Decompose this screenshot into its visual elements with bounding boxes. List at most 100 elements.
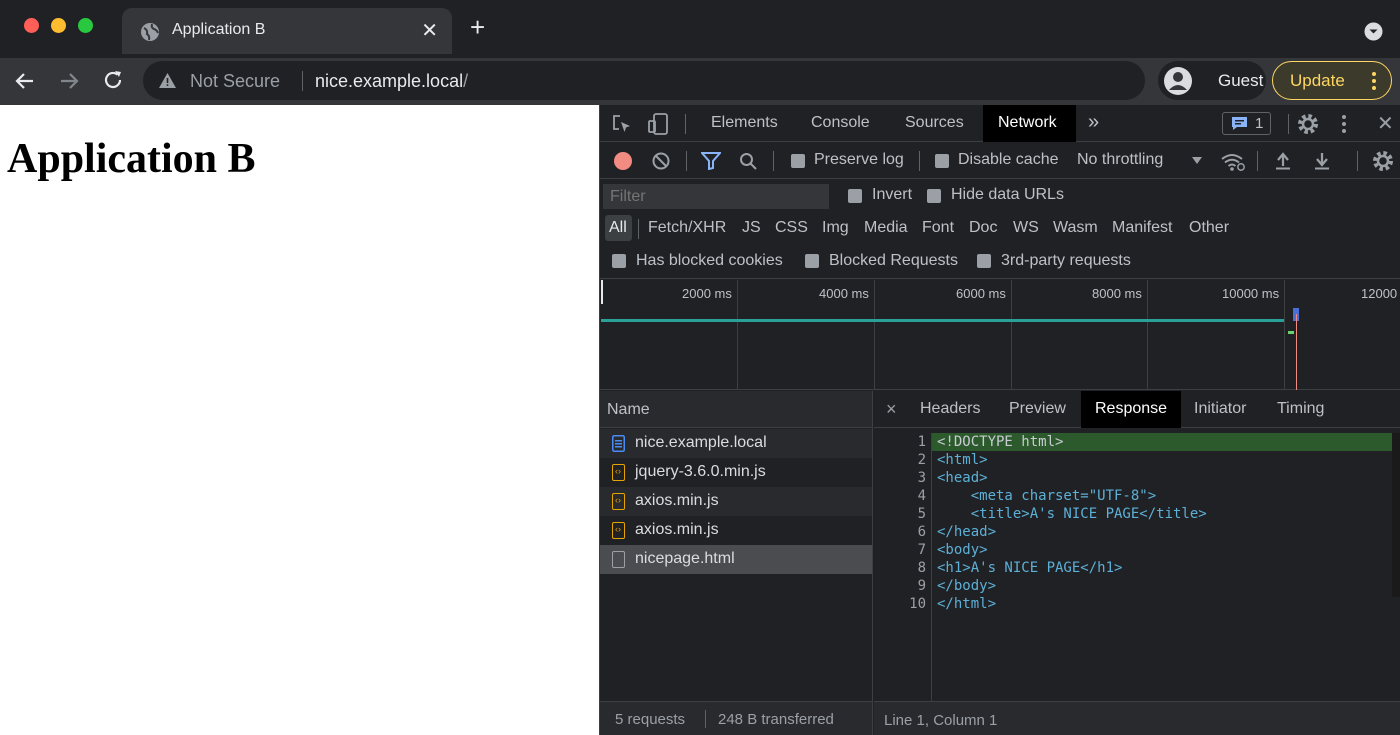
tab-timing[interactable]: Timing [1277,400,1324,418]
avatar-icon [1164,67,1192,95]
type-filter-media[interactable]: Media [864,219,908,237]
type-filter-other[interactable]: Other [1189,219,1229,237]
tab-preview[interactable]: Preview [1009,400,1066,418]
overview-left-handle[interactable] [601,280,603,304]
divider [1288,114,1289,134]
line-number: 2 [917,452,926,468]
disable-cache-checkbox[interactable] [935,154,949,168]
record-button[interactable] [614,152,632,170]
gridline [1284,280,1285,390]
network-settings-icon[interactable] [1372,150,1394,172]
more-vert-icon [1372,72,1376,90]
type-filter-img[interactable]: Img [822,219,849,237]
security-label[interactable]: Not Secure [190,71,280,92]
network-overview[interactable]: 2000 ms 4000 ms 6000 ms 8000 ms 10000 ms… [600,280,1400,390]
scrollbar[interactable] [1392,433,1400,597]
request-row[interactable]: ‹› axios.min.js [600,487,872,516]
update-button[interactable]: Update [1272,61,1392,100]
tab-search-icon[interactable] [1364,22,1383,41]
inspect-element-icon[interactable] [612,114,632,134]
minimize-window-button[interactable] [51,18,66,33]
search-icon[interactable] [739,152,758,171]
invert-checkbox[interactable] [848,189,862,203]
code-line: <!DOCTYPE html> [937,434,1064,450]
tab-network[interactable]: Network [983,105,1076,142]
request-name: axios.min.js [635,492,719,509]
tab-headers[interactable]: Headers [920,400,980,418]
code-line: <html> [937,452,988,468]
request-detail-pane: × Headers Preview Response Initiator Tim… [874,391,1400,735]
code-line: <h1>A's NICE PAGE</h1> [937,560,1123,576]
forward-icon[interactable] [58,70,80,92]
tab-initiator[interactable]: Initiator [1194,400,1246,418]
line-number: 5 [917,506,926,522]
line-number: 4 [917,488,926,504]
clear-icon[interactable] [652,152,670,170]
close-tab-icon[interactable]: ✕ [421,18,438,43]
issues-badge[interactable]: 1 [1222,112,1271,135]
request-row[interactable]: ‹› axios.min.js [600,516,872,545]
divider [1257,151,1258,171]
third-party-checkbox[interactable] [977,254,991,268]
load-event-marker [1296,314,1297,390]
update-label: Update [1290,71,1345,90]
gridline [874,280,875,390]
warning-icon[interactable] [159,73,176,88]
blocked-requests-checkbox[interactable] [805,254,819,268]
hide-data-urls-checkbox[interactable] [927,189,941,203]
throttling-select[interactable]: No throttling [1076,148,1206,172]
tab-console[interactable]: Console [811,114,870,132]
type-filter-manifest[interactable]: Manifest [1112,219,1172,237]
network-conditions-icon[interactable] [1221,153,1245,171]
close-detail-icon[interactable]: × [886,399,897,420]
response-viewer[interactable]: 1 2 3 4 5 6 7 8 9 10 <!DOCTYPE html> <ht… [874,429,1400,701]
issues-count: 1 [1255,115,1264,132]
disable-cache-label: Disable cache [958,151,1059,168]
script-file-icon: ‹› [612,493,625,510]
url-text[interactable]: nice.example.local/ [315,71,468,92]
type-filter-font[interactable]: Font [922,219,954,237]
import-har-icon[interactable] [1275,152,1291,170]
close-devtools-icon[interactable]: ✕ [1377,111,1394,136]
settings-gear-icon[interactable] [1297,113,1319,135]
browser-tab[interactable]: Application B ✕ [122,8,452,54]
name-column-header[interactable]: Name [600,391,872,428]
line-number: 7 [917,542,926,558]
requests-count: 5 requests [615,711,686,728]
more-tabs-icon[interactable]: » [1088,111,1099,134]
address-bar[interactable]: Not Secure nice.example.local/ [143,61,1145,100]
filter-icon[interactable] [701,152,721,170]
reload-icon[interactable] [102,69,124,91]
profile-button[interactable]: Guest [1158,61,1266,100]
url-path: / [463,71,469,91]
blocked-cookies-checkbox[interactable] [612,254,626,268]
type-filter-css[interactable]: CSS [775,219,808,237]
new-tab-button[interactable]: + [470,14,485,40]
omnibox-divider [302,71,303,91]
type-filter-ws[interactable]: WS [1013,219,1039,237]
back-icon[interactable] [14,70,36,92]
request-row[interactable]: nice.example.local [600,429,872,458]
preserve-log-checkbox[interactable] [791,154,805,168]
tab-elements[interactable]: Elements [711,114,778,132]
request-row-selected[interactable]: nicepage.html [600,545,872,574]
tab-sources[interactable]: Sources [905,114,964,132]
gutter-divider [931,433,932,701]
gridline [1147,280,1148,390]
type-filter-wasm[interactable]: Wasm [1053,219,1098,237]
customize-menu-icon[interactable] [1341,114,1347,134]
close-window-button[interactable] [24,18,39,33]
type-filter-doc[interactable]: Doc [969,219,997,237]
tab-response[interactable]: Response [1081,391,1181,428]
device-toolbar-icon[interactable] [648,113,668,135]
filter-input[interactable] [603,184,829,209]
type-filter-fetch-xhr[interactable]: Fetch/XHR [648,219,726,237]
type-filter-all[interactable]: All [605,215,632,241]
request-row[interactable]: ‹› jquery-3.6.0.min.js [600,458,872,487]
detail-tabbar: × Headers Preview Response Initiator Tim… [874,391,1400,428]
overview-waterfall-bar [1288,331,1294,334]
type-filter-js[interactable]: JS [742,219,761,237]
divider [638,219,639,239]
zoom-window-button[interactable] [78,18,93,33]
export-har-icon[interactable] [1314,152,1330,170]
